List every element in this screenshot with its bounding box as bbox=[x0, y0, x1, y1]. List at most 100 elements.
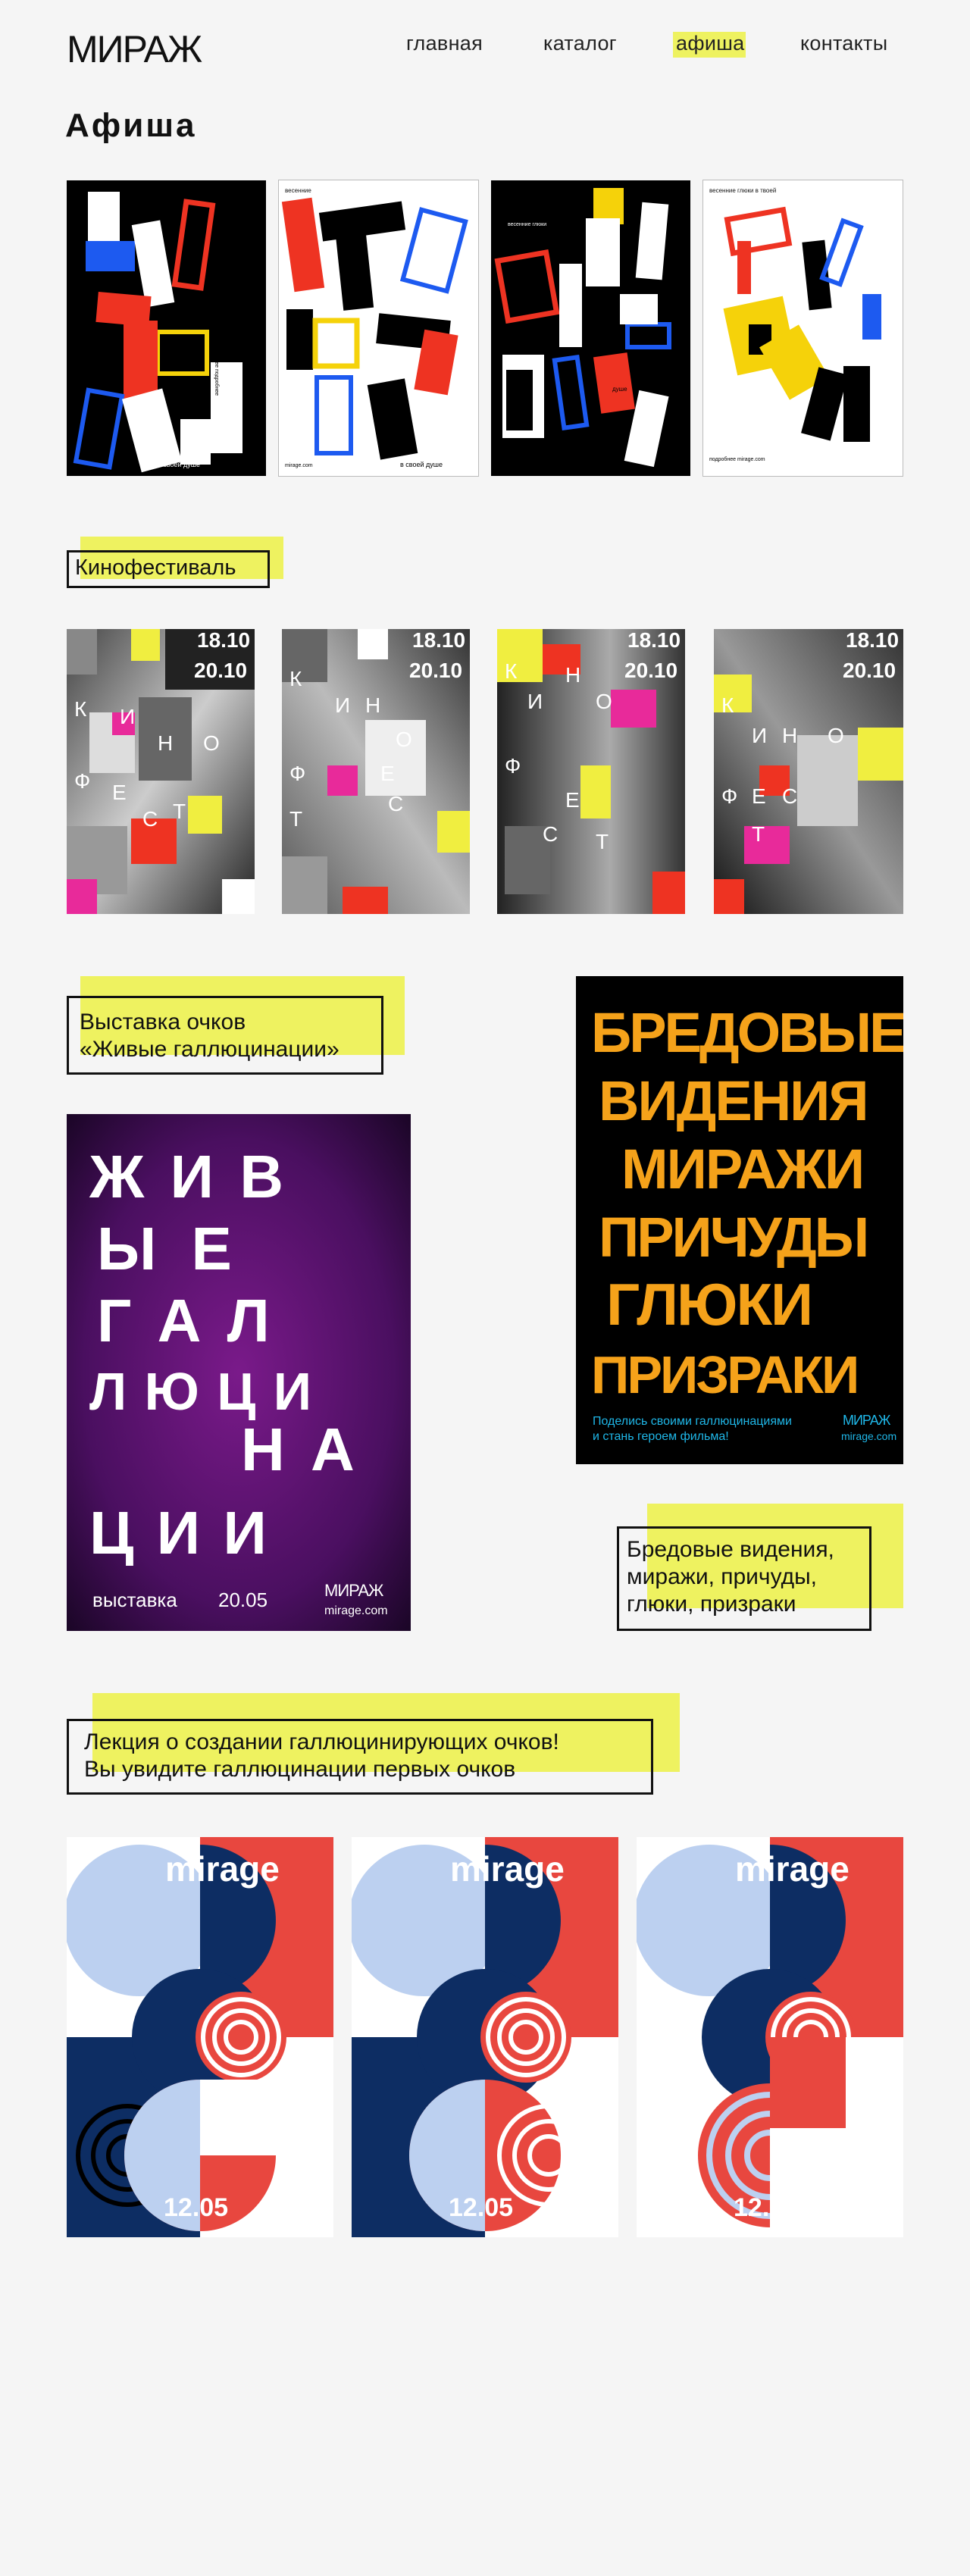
svg-text:К: К bbox=[289, 667, 302, 690]
svg-text:ПРИЗРАКИ: ПРИЗРАКИ bbox=[591, 1345, 857, 1404]
svg-text:Ф: Ф bbox=[721, 784, 737, 808]
svg-text:БРЕДОВЫЕ: БРЕДОВЫЕ bbox=[591, 1001, 903, 1064]
svg-text:Е: Е bbox=[565, 788, 580, 812]
svg-text:И: И bbox=[335, 693, 350, 717]
svg-text:18.10: 18.10 bbox=[846, 629, 899, 652]
svg-text:весенние глюки: весенние глюки bbox=[508, 222, 546, 227]
svg-text:в своей душе: в своей душе bbox=[158, 461, 200, 468]
svg-text:Е: Е bbox=[380, 762, 395, 785]
section-label-film-festival: Кинофестиваль bbox=[67, 550, 270, 588]
svg-text:Е: Е bbox=[752, 784, 766, 808]
svg-text:Н: Н bbox=[365, 693, 380, 717]
svg-text:Ы Е: Ы Е bbox=[97, 1215, 241, 1282]
svg-text:Ц И И: Ц И И bbox=[89, 1499, 270, 1567]
svg-text:12.05: 12.05 bbox=[449, 2193, 513, 2222]
svg-text:Ф: Ф bbox=[74, 769, 90, 793]
film-poster-3[interactable]: 18.10 20.10 К И Н О Ф Е С Т bbox=[497, 629, 685, 914]
svg-text:12.05: 12.05 bbox=[164, 2193, 228, 2222]
svg-text:Е: Е bbox=[112, 781, 127, 804]
logo-text: МИРАЖ bbox=[67, 28, 202, 70]
svg-text:весенние: весенние bbox=[285, 187, 311, 194]
svg-text:И: И bbox=[752, 724, 767, 747]
svg-text:душе: душе bbox=[612, 386, 627, 393]
svg-text:Ф: Ф bbox=[505, 754, 521, 778]
lecture-poster-3[interactable]: mirage 12.05 bbox=[637, 1837, 903, 2237]
svg-text:Н: Н bbox=[158, 731, 173, 755]
nav-item-catalog[interactable]: каталог bbox=[543, 32, 617, 55]
poster-spring-1[interactable]: в своей душе подробнее подробнее bbox=[67, 180, 266, 476]
svg-text:подробнее mirage.com: подробнее mirage.com bbox=[709, 456, 765, 462]
svg-text:18.10: 18.10 bbox=[627, 629, 681, 652]
svg-text:Т: Т bbox=[173, 800, 186, 823]
svg-text:весенние глюки в твоей: весенние глюки в твоей bbox=[709, 187, 776, 194]
svg-text:О: О bbox=[396, 728, 412, 751]
svg-text:Т: Т bbox=[596, 830, 609, 853]
section-label-visions: Бредовые видения, миражи, причуды, глюки… bbox=[617, 1526, 871, 1631]
svg-text:Т: Т bbox=[289, 807, 302, 831]
svg-text:О: О bbox=[828, 724, 844, 747]
svg-text:МИРАЖИ: МИРАЖИ bbox=[621, 1138, 863, 1200]
svg-text:Т: Т bbox=[752, 822, 765, 846]
svg-text:Поделись своими галлюцинациями: Поделись своими галлюцинациями bbox=[593, 1415, 792, 1428]
svg-text:mirage.com: mirage.com bbox=[324, 1604, 388, 1617]
svg-text:Н: Н bbox=[782, 724, 797, 747]
film-poster-2[interactable]: 18.10 20.10 К И Н О Ф Е С Т bbox=[282, 629, 470, 914]
svg-text:И: И bbox=[527, 690, 543, 713]
poster-spring-4[interactable]: весенние глюки в твоей подробнее mirage.… bbox=[702, 180, 903, 477]
svg-text:18.10: 18.10 bbox=[412, 629, 465, 652]
section-label-lecture: Лекция о создании галлюцинирующих очков!… bbox=[67, 1719, 653, 1795]
svg-text:Ф: Ф bbox=[289, 762, 305, 785]
svg-text:И: И bbox=[120, 705, 135, 728]
site-logo[interactable]: МИРАЖ bbox=[67, 27, 222, 74]
svg-text:С: С bbox=[142, 807, 158, 831]
poster-spring-2[interactable]: весенние в своей душе mirage.com bbox=[278, 180, 479, 477]
nav-item-home[interactable]: главная bbox=[406, 32, 483, 55]
svg-text:20.05: 20.05 bbox=[218, 1588, 268, 1611]
lecture-poster-2[interactable]: mirage 12.05 bbox=[352, 1837, 618, 2237]
svg-text:МИРАЖ: МИРАЖ bbox=[324, 1581, 384, 1600]
svg-text:в своей душе: в своей душе bbox=[400, 461, 443, 468]
nav-item-contacts[interactable]: контакты bbox=[800, 32, 887, 55]
svg-text:mirage.com: mirage.com bbox=[841, 1430, 896, 1442]
svg-text:Ж И В: Ж И В bbox=[89, 1143, 288, 1210]
poster-delirious-visions[interactable]: БРЕДОВЫЕ ВИДЕНИЯ МИРАЖИ ПРИЧУДЫ ГЛЮКИ ПР… bbox=[576, 976, 903, 1464]
svg-text:К: К bbox=[505, 659, 518, 683]
svg-text:mirage: mirage bbox=[450, 1849, 565, 1889]
svg-text:выставка: выставка bbox=[92, 1588, 177, 1611]
svg-text:20.10: 20.10 bbox=[843, 659, 896, 682]
section-label-exhibition: Выставка очков «Живые галлюцинации» bbox=[67, 996, 383, 1075]
svg-text:подробнее подробнее: подробнее подробнее bbox=[214, 341, 220, 396]
lecture-poster-1[interactable]: mirage 12.05 bbox=[67, 1837, 333, 2237]
nav-item-afisha[interactable]: афиша bbox=[676, 32, 745, 55]
svg-text:К: К bbox=[721, 693, 734, 717]
svg-text:Афиша: Афиша bbox=[65, 107, 196, 144]
svg-text:mirage.com: mirage.com bbox=[285, 463, 313, 468]
svg-text:О: О bbox=[203, 731, 220, 755]
svg-text:Н: Н bbox=[565, 663, 580, 687]
svg-text:и стань героем фильма!: и стань героем фильма! bbox=[593, 1430, 729, 1443]
page-title: Афиша bbox=[65, 106, 232, 144]
svg-text:О: О bbox=[596, 690, 612, 713]
svg-text:mirage: mirage bbox=[735, 1849, 850, 1889]
svg-text:20.10: 20.10 bbox=[624, 659, 677, 682]
svg-text:12.05: 12.05 bbox=[734, 2193, 798, 2222]
svg-text:К: К bbox=[74, 697, 87, 721]
svg-text:ВИДЕНИЯ: ВИДЕНИЯ bbox=[599, 1069, 868, 1132]
film-date-1: 18.10 bbox=[197, 629, 250, 652]
film-poster-4[interactable]: 18.10 20.10 К И Н О Ф Е С Т bbox=[714, 629, 903, 914]
film-date-2: 20.10 bbox=[194, 659, 247, 682]
film-poster-1[interactable]: 18.10 20.10 К И Н О Ф Е С Т bbox=[67, 629, 255, 914]
svg-text:mirage: mirage bbox=[165, 1849, 280, 1889]
svg-text:МИРАЖ: МИРАЖ bbox=[843, 1413, 891, 1428]
svg-text:ГЛЮКИ: ГЛЮКИ bbox=[606, 1271, 812, 1338]
svg-text:С: С bbox=[543, 822, 558, 846]
svg-text:Н А: Н А bbox=[241, 1416, 359, 1483]
svg-text:С: С bbox=[782, 784, 797, 808]
svg-text:ПРИЧУДЫ: ПРИЧУДЫ bbox=[599, 1206, 867, 1269]
svg-text:Л Ю Ц И: Л Ю Ц И bbox=[89, 1362, 313, 1421]
svg-text:20.10: 20.10 bbox=[409, 659, 462, 682]
poster-spring-3[interactable]: весенние глюки душе bbox=[491, 180, 690, 476]
svg-text:С: С bbox=[388, 792, 403, 815]
poster-live-hallucinations[interactable]: Ж И В Ы Е Г А Л Л Ю Ц И Н А Ц И И выстав… bbox=[67, 1114, 411, 1631]
svg-text:Г А Л: Г А Л bbox=[97, 1287, 274, 1354]
